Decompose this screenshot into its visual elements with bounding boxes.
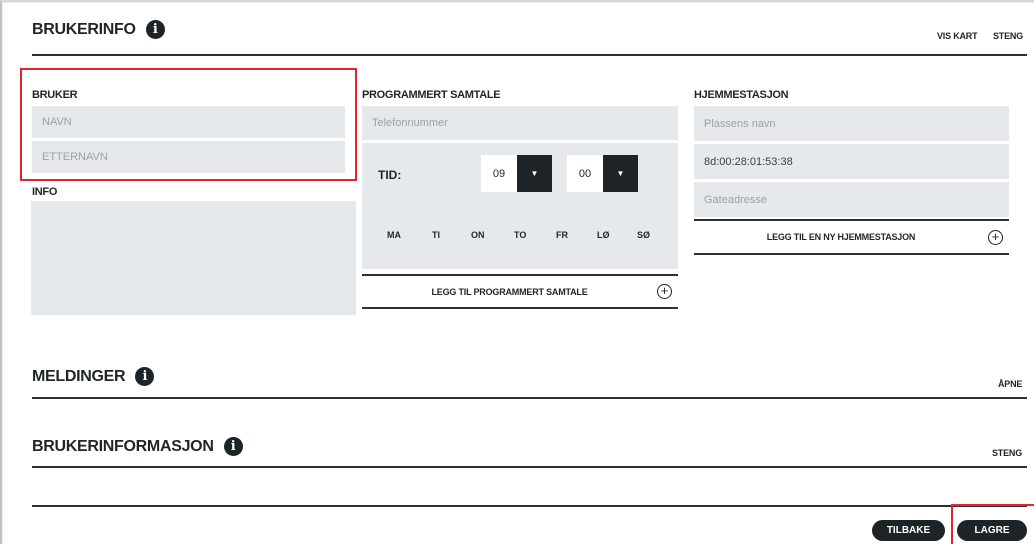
mac-address-field[interactable]: 8d:00:28:01:53:38 — [694, 144, 1009, 179]
meldinger-header: MELDINGER i — [32, 367, 155, 386]
day-toggle-so[interactable]: SØ — [637, 230, 650, 240]
add-hjemmestasjon-label: LEGG TIL EN NY HJEMMESTASJON — [766, 232, 916, 242]
day-toggle-to[interactable]: TO — [514, 230, 526, 240]
highlight-box — [20, 68, 357, 181]
info-icon[interactable]: i — [223, 437, 243, 456]
plassens-navn-field[interactable]: Plassens navn — [694, 106, 1009, 141]
chevron-down-icon[interactable]: ▼ — [517, 155, 552, 192]
hour-select[interactable]: 09 — [481, 155, 517, 192]
day-toggle-ti[interactable]: TI — [432, 230, 440, 240]
day-toggle-fr[interactable]: FR — [556, 230, 568, 240]
brukerinfo-title: BRUKERINFO — [32, 20, 136, 38]
add-programmert-label: LEGG TIL PROGRAMMERT SAMTALE — [431, 286, 588, 297]
info-icon[interactable]: i — [145, 20, 165, 39]
day-toggle-ma[interactable]: MA — [387, 230, 401, 240]
brukerinfo-header: BRUKERINFO i — [32, 20, 165, 39]
highlight-box — [951, 504, 1034, 544]
divider — [32, 397, 1027, 399]
meldinger-title: MELDINGER — [32, 367, 126, 385]
day-toggle-on[interactable]: ON — [471, 230, 485, 240]
apne-link[interactable]: ÅPNE — [998, 379, 1022, 389]
steng-link[interactable]: STENG — [992, 448, 1022, 458]
divider — [32, 466, 1027, 468]
day-toggle-lo[interactable]: LØ — [597, 230, 610, 240]
info-icon[interactable]: i — [135, 367, 155, 386]
divider — [32, 505, 1027, 507]
minute-select[interactable]: 00 — [567, 155, 603, 192]
tid-label: TID: — [378, 168, 402, 182]
divider — [32, 54, 1027, 56]
hjemmestasjon-title: HJEMMESTASJON — [694, 89, 789, 101]
gateadresse-field[interactable]: Gateadresse — [694, 182, 1009, 217]
add-hjemmestasjon-button[interactable]: LEGG TIL EN NY HJEMMESTASJON + — [694, 219, 1009, 255]
brukerinformasjon-title: BRUKERINFORMASJON — [32, 437, 214, 455]
steng-link[interactable]: STENG — [993, 31, 1023, 41]
programmert-title: PROGRAMMERT SAMTALE — [362, 89, 501, 101]
chevron-down-icon[interactable]: ▼ — [603, 155, 638, 192]
telefon-field[interactable]: Telefonnummer — [362, 106, 678, 140]
info-textarea[interactable] — [31, 201, 356, 315]
info-title: INFO — [32, 186, 58, 198]
plus-icon: + — [988, 229, 1003, 245]
plus-icon: + — [657, 284, 672, 299]
vis-kart-link[interactable]: VIS KART — [937, 31, 978, 41]
add-programmert-samtale-button[interactable]: LEGG TIL PROGRAMMERT SAMTALE + — [362, 274, 678, 309]
brukerinformasjon-header: BRUKERINFORMASJON i — [32, 437, 243, 456]
tilbake-button[interactable]: TILBAKE — [872, 520, 945, 541]
